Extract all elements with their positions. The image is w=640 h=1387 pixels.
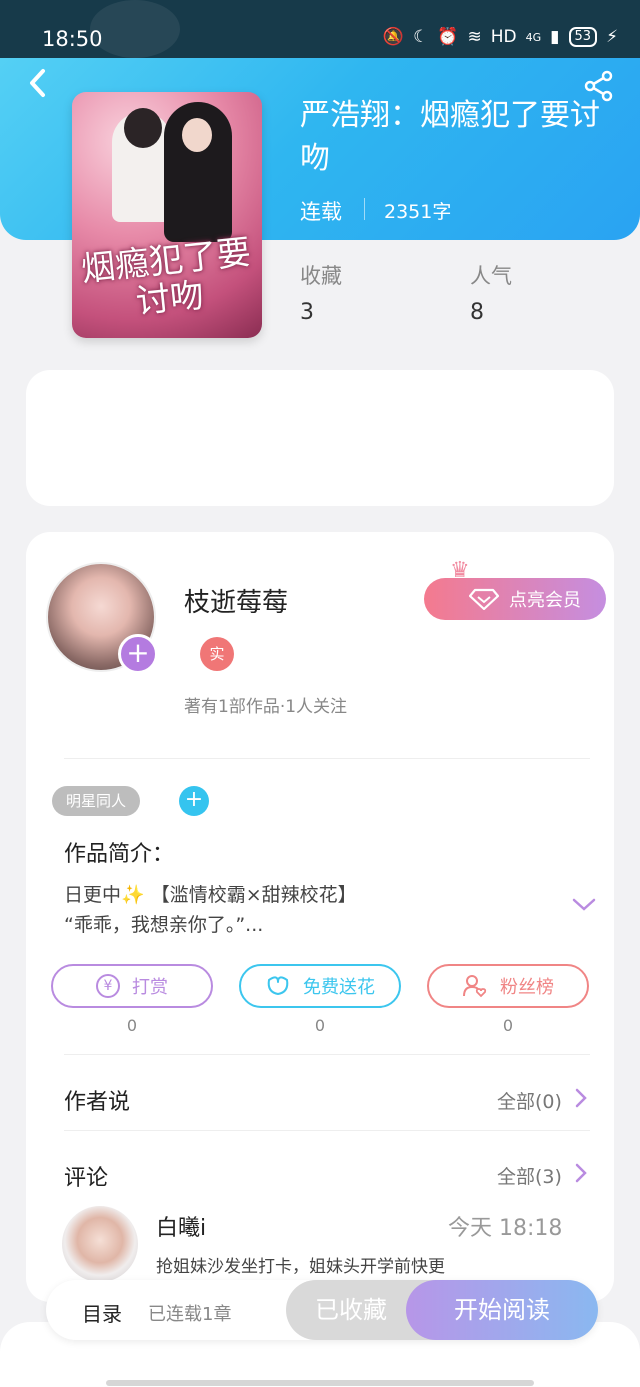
blank-card [26,370,614,506]
divider [64,1130,590,1131]
cover-figure-right [164,102,232,242]
home-indicator[interactable] [106,1380,534,1386]
popularity-stat-label: 人气 [470,264,512,288]
cover-figure-left [112,108,172,222]
yen-icon: ¥ [96,974,120,998]
signal-label: 4G [525,30,542,44]
comments-all-link[interactable]: 全部(3) [497,1162,562,1189]
tip-count: 0 [126,1016,138,1035]
cover-title-art: 烟瘾犯了要讨吻 [79,232,253,323]
word-count: 2351字 [384,201,452,223]
charging-icon: ⚡ [606,27,618,47]
tip-button[interactable]: ¥ 打赏 [51,964,213,1008]
category-tag[interactable]: 明星同人 [52,786,141,816]
book-cover[interactable]: 烟瘾犯了要讨吻 [72,92,262,338]
divider [64,1054,590,1055]
author-name[interactable]: 枝逝莓莓 [184,582,288,619]
vip-button-label: 点亮会员 [509,590,581,611]
user-heart-icon [463,975,487,998]
alarm-icon: ⏰ [437,27,459,47]
chevron-right-icon[interactable] [574,1162,588,1184]
author-says-all-link[interactable]: 全部(0) [497,1087,562,1114]
comments-title: 评论 [64,1166,109,1191]
intro-line-2: “乖乖，我想亲你了。”... [64,914,264,936]
network-label: HD [490,27,517,47]
back-arrow-icon[interactable] [22,66,56,100]
status-separator [364,198,365,220]
author-says-title: 作者说 [64,1090,131,1115]
author-meta: 著有1部作品·1人关注 [184,697,348,717]
divider [64,758,590,759]
signal-bars-icon: ▮ [550,27,560,47]
moon-icon: ☾ [413,27,429,47]
start-reading-button[interactable]: 开始阅读 [406,1280,598,1340]
follow-author-button[interactable]: + [118,634,158,674]
flower-icon [267,976,289,995]
book-title: 严浩翔：烟瘾犯了要讨吻 [300,98,600,176]
wifi-icon: ≋ [467,27,482,47]
commenter-name[interactable]: 白曦i [156,1210,206,1242]
intro-title: 作品简介： [64,842,175,867]
collect-stat-value: 3 [300,300,314,325]
fan-ranking-button-label: 粉丝榜 [500,977,554,998]
popularity-stat-value: 8 [470,300,484,325]
status-time: 18:50 [42,27,103,51]
diamond-icon [469,588,499,610]
flower-count: 0 [314,1016,326,1035]
chevron-right-icon[interactable] [574,1087,588,1109]
vip-button[interactable]: 点亮会员 [424,578,606,620]
chevron-down-icon[interactable] [571,896,597,914]
add-tag-button[interactable]: + [179,786,209,816]
fan-count: 0 [502,1016,514,1035]
tip-button-label: 打赏 [132,977,168,998]
chapter-count: 已连载1章 [148,1304,232,1325]
commenter-avatar[interactable] [62,1206,138,1282]
collect-stat-label: 收藏 [300,264,342,288]
battery-indicator: 53 [568,27,598,47]
book-status: 连载 [300,200,342,224]
comment-text: 抢姐妹沙发坐打卡，姐妹头开学前快更 [156,1257,445,1277]
table-of-contents-button[interactable]: 目录 [82,1298,122,1327]
intro-line-1: 日更中✨ 【滥情校霸×甜辣校花】 [64,884,357,906]
status-bar: 18:50 🔕 ☾ ⏰ ≋ HD 4G ▮ 53 ⚡ [0,0,640,58]
status-icons: 🔕 ☾ ⏰ ≋ HD 4G ▮ 53 ⚡ [383,27,618,47]
send-flower-button-label: 免费送花 [303,977,375,998]
mute-icon: 🔕 [382,27,405,47]
send-flower-button[interactable]: 免费送花 [239,964,401,1008]
verified-badge: 实 [200,637,234,671]
comment-time: 今天 18:18 [448,1216,563,1241]
fan-ranking-button[interactable]: 粉丝榜 [427,964,589,1008]
